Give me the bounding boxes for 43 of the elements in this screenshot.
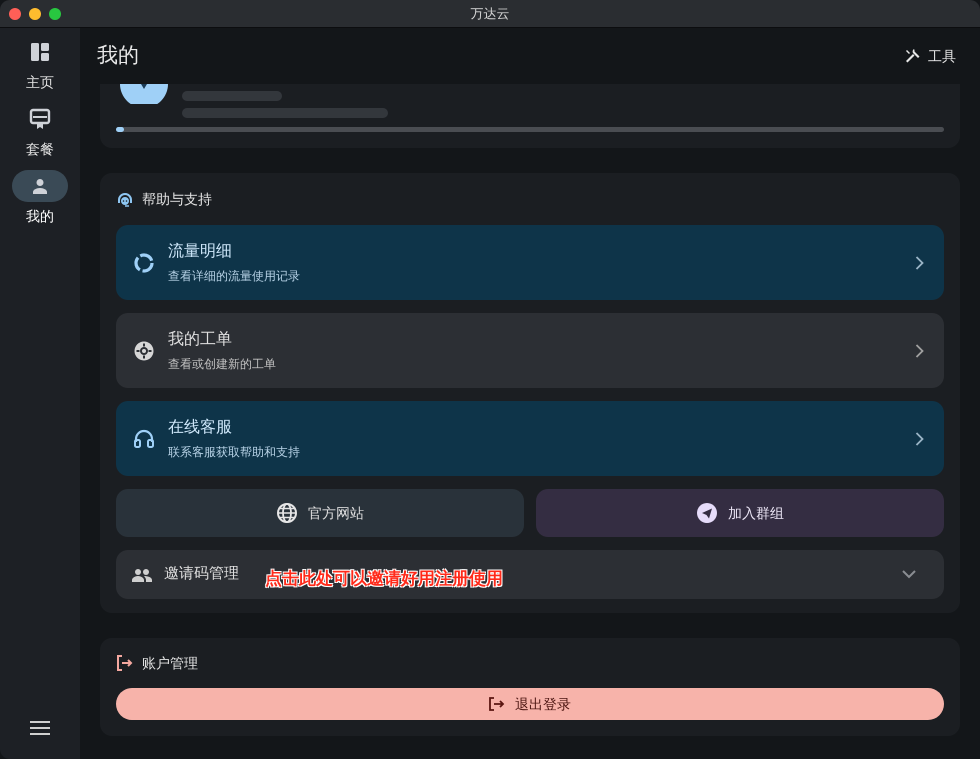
tools-icon — [904, 48, 920, 64]
tools-button[interactable]: 工具 — [904, 46, 956, 66]
ring-icon — [133, 252, 155, 274]
minimize-button[interactable] — [29, 8, 41, 20]
person-icon — [32, 178, 48, 194]
globe-icon — [276, 502, 298, 524]
card-subtitle: 查看或创建新的工单 — [168, 356, 276, 373]
card-subtitle: 联系客服获取帮助和支持 — [168, 444, 300, 461]
nav-item[interactable]: 我的 — [8, 170, 72, 233]
card-icon — [29, 108, 51, 130]
lifebuoy-icon — [133, 340, 155, 362]
people-icon — [132, 568, 152, 582]
paper-plane-icon — [696, 502, 718, 524]
card-subtitle: 查看详细的流量使用记录 — [168, 268, 300, 285]
link-button[interactable]: 官方网站 — [116, 489, 524, 537]
card-title: 流量明细 — [168, 242, 233, 262]
window-title: 万达云 — [470, 4, 510, 23]
section-title: 帮助与支持 — [142, 190, 212, 208]
chevron-right-icon — [915, 256, 924, 270]
chevron-right-icon — [915, 344, 924, 358]
section-title: 账户管理 — [142, 654, 198, 672]
menu-icon[interactable] — [30, 721, 50, 735]
link-button[interactable]: 加入群组 — [536, 489, 944, 537]
support-agent-icon — [116, 190, 134, 208]
headset-icon — [133, 428, 155, 450]
page-title: 我的 — [97, 43, 139, 70]
close-button[interactable] — [9, 8, 21, 20]
chevron-right-icon — [915, 432, 924, 446]
invite-code-row[interactable]: 邀请码管理 点击此处可以邀请好用注册使用 — [116, 550, 944, 599]
menu-card[interactable]: 在线客服 联系客服获取帮助和支持 — [116, 401, 944, 476]
menu-card[interactable]: 我的工单 查看或创建新的工单 — [116, 313, 944, 388]
avatar — [120, 84, 168, 104]
logout-icon — [116, 655, 134, 671]
annotation-text: 点击此处可以邀请好用注册使用 — [265, 568, 503, 590]
nav-item[interactable]: 套餐 — [8, 103, 72, 166]
logout-icon — [489, 697, 505, 711]
nav-item[interactable]: 主页 — [8, 36, 72, 99]
zoom-button[interactable] — [49, 8, 61, 20]
card-title: 我的工单 — [168, 330, 233, 350]
dashboard-icon — [30, 42, 50, 62]
card-title: 在线客服 — [168, 418, 233, 438]
logout-button[interactable]: 退出登录 — [116, 688, 944, 720]
menu-card[interactable]: 流量明细 查看详细的流量使用记录 — [116, 225, 944, 300]
